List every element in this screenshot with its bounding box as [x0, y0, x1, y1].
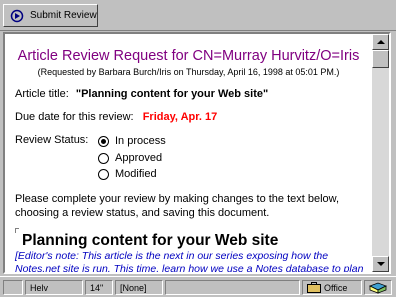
submit-review-button[interactable]: Submit Review [3, 4, 98, 27]
status-option-label: Approved [115, 152, 163, 164]
article-heading: Planning content for your Web site [22, 232, 279, 249]
request-info: (Requested by Barbara Burch/Iris on Thur… [37, 67, 340, 77]
instructions-text: Please complete your review by making ch… [15, 193, 340, 219]
style-name: [None] [120, 282, 147, 293]
radio-in-process[interactable] [98, 135, 109, 147]
vertical-scrollbar[interactable] [372, 34, 389, 272]
submit-review-label: Submit Review [30, 10, 97, 21]
status-option-approved[interactable]: Approved [98, 152, 162, 164]
font-size-selector[interactable]: 14" [85, 280, 113, 295]
section-marker [15, 228, 19, 233]
arrow-down-icon [376, 262, 385, 266]
article-body-note: [Editor's note: This article is the next… [15, 250, 364, 272]
action-bar: Submit Review [0, 0, 396, 31]
due-date-label: Due date for this review: [15, 111, 134, 123]
status-message [165, 280, 300, 295]
status-cell-blank[interactable] [3, 280, 23, 295]
document-body[interactable]: Article Review Request for CN=Murray Hur… [5, 34, 372, 272]
scroll-down-button[interactable] [372, 256, 389, 272]
mail-status[interactable] [364, 280, 392, 295]
due-date-row: Due date for this review: Friday, Apr. 1… [15, 111, 217, 123]
font-selector[interactable]: Helv [25, 280, 83, 295]
radio-approved[interactable] [98, 152, 109, 164]
scroll-thumb[interactable] [372, 50, 389, 68]
status-option-label: In process [115, 135, 166, 147]
article-title-row: Article title: "Planning content for you… [15, 88, 268, 100]
briefcase-icon [307, 282, 321, 293]
inbox-icon [369, 282, 387, 294]
article-title-label: Article title: [15, 88, 69, 100]
review-status-label: Review Status: [15, 134, 89, 146]
arrow-up-icon [376, 40, 385, 44]
status-option-modified[interactable]: Modified [98, 168, 157, 180]
font-name: Helv [30, 282, 49, 293]
font-size: 14" [90, 282, 104, 293]
radio-modified[interactable] [98, 168, 109, 180]
style-selector[interactable]: [None] [115, 280, 163, 295]
status-option-in-process[interactable]: In process [98, 135, 166, 147]
submit-review-icon [10, 9, 24, 22]
page-title: Article Review Request for CN=Murray Hur… [17, 48, 360, 64]
status-bar: Helv 14" [None] Office [0, 276, 396, 297]
status-option-label: Modified [115, 168, 157, 180]
scroll-up-button[interactable] [372, 34, 389, 50]
location-name: Office [324, 282, 348, 293]
document-pane: Article Review Request for CN=Murray Hur… [3, 32, 391, 274]
location-selector[interactable]: Office [302, 280, 362, 295]
article-title-value: "Planning content for your Web site" [75, 88, 269, 100]
due-date-value: Friday, Apr. 17 [142, 111, 218, 123]
